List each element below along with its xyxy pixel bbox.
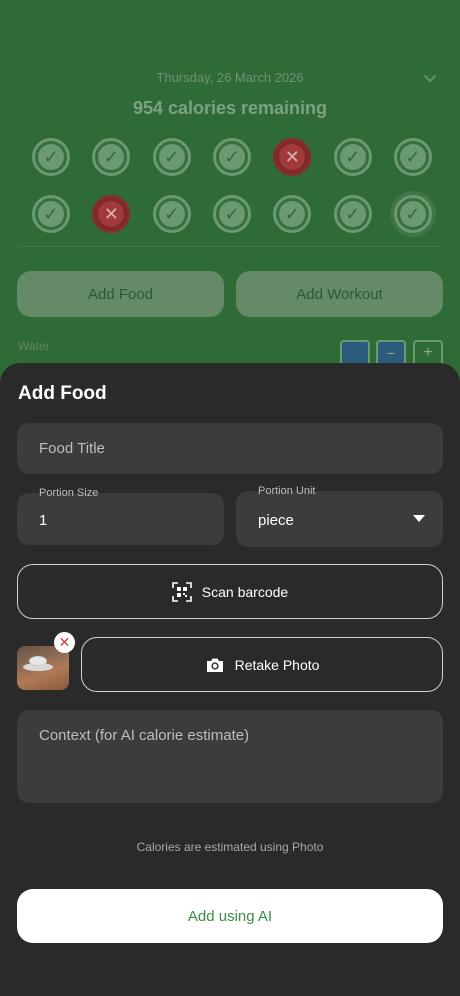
qr-scan-icon — [171, 581, 192, 602]
day-status-check[interactable]: ✓ — [212, 138, 251, 176]
dropdown-caret-icon — [413, 515, 425, 522]
check-icon: ✓ — [218, 144, 245, 170]
retake-photo-label: Retake Photo — [234, 656, 320, 673]
cross-icon: ✕ — [279, 144, 306, 170]
close-icon[interactable]: ✕ — [54, 632, 75, 653]
check-icon: ✓ — [158, 144, 185, 170]
day-status-check[interactable]: ✓ — [152, 138, 191, 176]
day-status-check[interactable]: ✓ — [32, 195, 70, 233]
scan-barcode-label: Scan barcode — [201, 583, 289, 600]
day-status-check[interactable]: ✓ — [92, 138, 131, 176]
day-status-check[interactable]: ✓ — [273, 195, 312, 233]
portion-unit-value: piece — [258, 512, 294, 529]
portion-size-label: Portion Size — [39, 487, 99, 499]
check-icon: ✓ — [98, 144, 125, 170]
retake-photo-button[interactable]: Retake Photo — [81, 637, 443, 692]
day-row-2: ✓ ✕ ✓ ✓ ✓ ✓ ✓ — [32, 195, 432, 233]
date-label: Thursday, 26 March 2026 — [156, 70, 304, 85]
add-food-button[interactable]: Add Food — [17, 271, 224, 317]
check-icon: ✓ — [279, 201, 306, 227]
portion-size-value: 1 — [39, 512, 48, 529]
day-status-check[interactable]: ✓ — [32, 138, 70, 176]
check-icon: ✓ — [38, 201, 64, 227]
add-using-ai-button[interactable]: Add using AI — [17, 889, 443, 943]
context-textarea[interactable]: Context (for AI calorie estimate) — [17, 710, 443, 803]
water-label: Water — [18, 339, 50, 353]
scan-barcode-button[interactable]: Scan barcode — [17, 564, 443, 619]
check-icon: ✓ — [339, 144, 366, 170]
day-status-check[interactable]: ✓ — [333, 195, 372, 233]
portion-unit-label: Portion Unit — [258, 485, 316, 497]
portion-size-input[interactable]: Portion Size 1 — [17, 487, 224, 545]
check-icon: ✓ — [158, 201, 185, 227]
check-icon: ✓ — [218, 201, 245, 227]
day-status-grid: ✓ ✓ ✓ ✓ ✕ ✓ ✓ ✓ ✕ ✓ ✓ ✓ ✓ ✓ — [32, 138, 432, 252]
day-status-today[interactable]: ✓ — [393, 195, 432, 233]
calories-remaining: 954 calories remaining — [132, 98, 328, 118]
cross-icon: ✕ — [98, 201, 125, 227]
check-icon: ✓ — [339, 201, 366, 227]
estimate-hint: Calories are estimated using Photo — [136, 840, 324, 854]
day-status-fail[interactable]: ✕ — [273, 138, 312, 176]
check-icon: ✓ — [399, 144, 426, 170]
day-status-check[interactable]: ✓ — [212, 195, 251, 233]
check-icon: ✓ — [38, 144, 64, 170]
food-title-placeholder: Food Title — [39, 440, 105, 457]
context-placeholder: Context (for AI calorie estimate) — [39, 727, 250, 744]
add-food-sheet: Add Food Food Title Portion Size 1 Porti… — [0, 363, 460, 996]
day-row-1: ✓ ✓ ✓ ✓ ✕ ✓ ✓ — [32, 138, 432, 176]
cup-image — [29, 656, 47, 666]
day-status-check[interactable]: ✓ — [152, 195, 191, 233]
sheet-title: Add Food — [18, 383, 107, 404]
chevron-down-icon[interactable] — [422, 70, 438, 86]
day-status-fail[interactable]: ✕ — [92, 195, 131, 233]
day-status-check[interactable]: ✓ — [333, 138, 372, 176]
camera-icon — [206, 658, 223, 672]
add-workout-button[interactable]: Add Workout — [236, 271, 443, 317]
portion-unit-select[interactable]: Portion Unit piece — [236, 485, 443, 547]
food-title-input[interactable]: Food Title — [17, 423, 443, 474]
divider — [17, 246, 443, 247]
day-status-check[interactable]: ✓ — [393, 138, 432, 176]
check-icon: ✓ — [399, 201, 426, 227]
